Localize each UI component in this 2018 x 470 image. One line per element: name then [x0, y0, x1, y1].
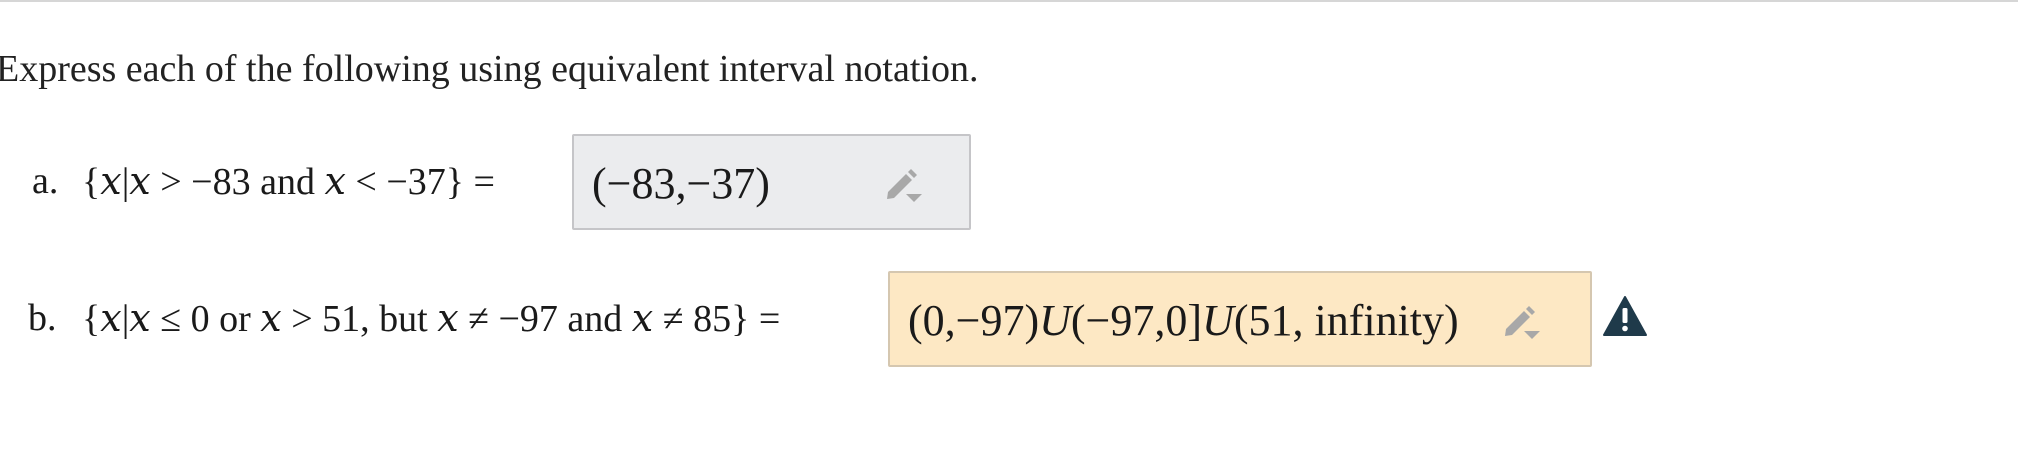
- answer-value: (0,−97)U(−97,0]U(51, infinity): [908, 296, 1459, 345]
- answer-value: (−83,−37): [592, 159, 770, 208]
- warning-triangle-icon: [1603, 296, 1647, 336]
- top-divider: [0, 0, 2018, 2]
- answer-input-b[interactable]: (0,−97)U(−97,0]U(51, infinity): [888, 271, 1592, 367]
- set-expression: {x|x ≤ 0 or x > 51, but x ≠ −97 and x ≠ …: [82, 296, 781, 340]
- answer-input-a[interactable]: (−83,−37): [572, 134, 971, 230]
- problem-label: b.: [28, 297, 57, 339]
- instructions-text: Express each of the following using equi…: [0, 48, 979, 90]
- problem-label: a.: [32, 160, 59, 202]
- pencil-edit-dropdown-icon[interactable]: [882, 162, 926, 206]
- set-expression: {x|x > −83 and x < −37} =: [82, 159, 495, 203]
- pencil-edit-dropdown-icon[interactable]: [1500, 299, 1544, 343]
